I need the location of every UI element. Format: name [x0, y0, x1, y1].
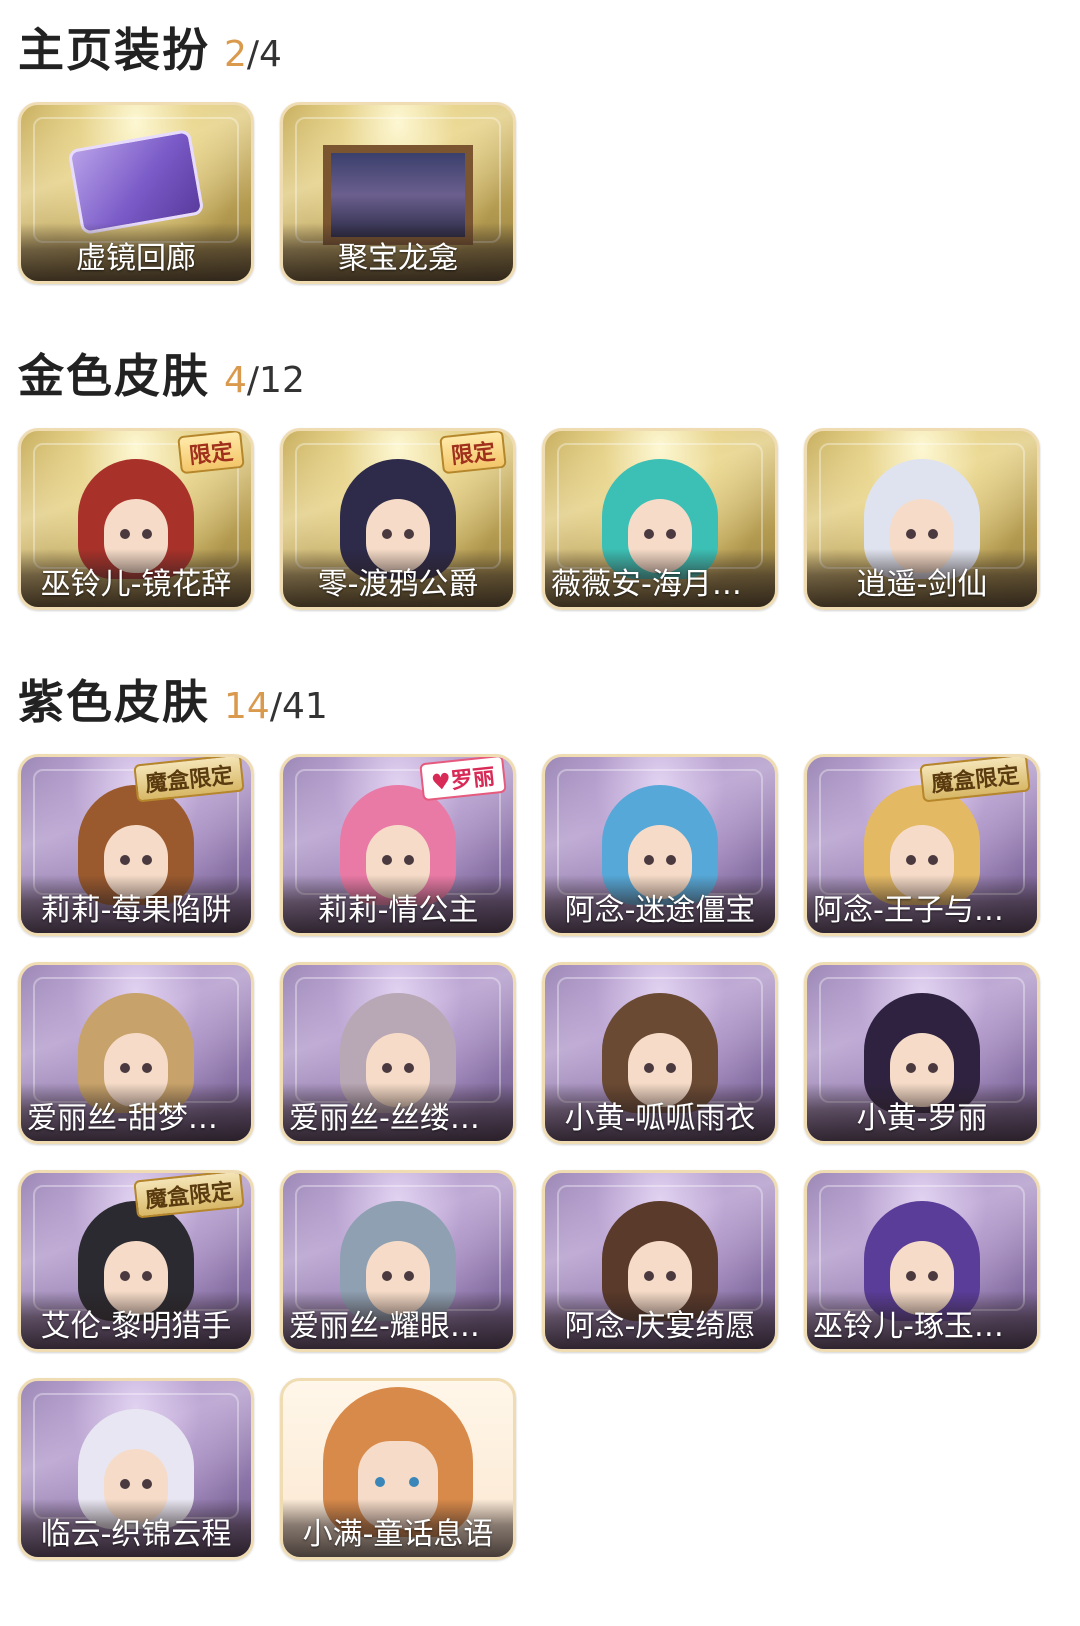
ticket-icon: [67, 128, 205, 236]
skin-card[interactable]: 小满-童话息语: [280, 1378, 516, 1560]
skin-name: 爱丽丝-甜梦派...: [21, 1083, 251, 1141]
box-limited-badge: 魔盒限定: [133, 757, 245, 803]
section-gold-skins: 金色皮肤 4/12 限定 巫铃儿-镜花辞 限定 零-渡鸦公爵 薇薇安-海月息..…: [18, 340, 1040, 610]
skin-name: 小黄-罗丽: [807, 1083, 1037, 1141]
section-title: 金色皮肤: [18, 349, 210, 403]
total-count: 41: [281, 686, 328, 727]
limited-badge: 限定: [177, 431, 245, 475]
item-grid: 魔盒限定 莉莉-莓果陷阱 ♥罗丽 莉莉-情公主 阿念-迷途僵宝 魔盒限定 阿念-…: [18, 754, 1040, 1560]
skin-name: 爱丽丝-丝缕哀...: [283, 1083, 513, 1141]
skin-name: 爱丽丝-耀眼的...: [283, 1291, 513, 1349]
skin-card[interactable]: ♥罗丽 莉莉-情公主: [280, 754, 516, 936]
skin-name: 莉莉-情公主: [283, 875, 513, 933]
box-limited-badge: 魔盒限定: [133, 1173, 245, 1219]
skin-name: 薇薇安-海月息...: [545, 549, 775, 607]
collab-badge: ♥罗丽: [419, 757, 507, 802]
skin-card[interactable]: 限定 巫铃儿-镜花辞: [18, 428, 254, 610]
section-header: 紫色皮肤 14/41: [18, 666, 1040, 736]
section-home-decor: 主页装扮 2/4 虚镜回廊 聚宝龙龛: [18, 14, 1040, 284]
skin-name: 巫铃儿-镜花辞: [21, 549, 251, 607]
collection-count: 14/41: [224, 686, 328, 727]
skin-card[interactable]: 限定 零-渡鸦公爵: [280, 428, 516, 610]
skin-name: 阿念-王子与骑...: [807, 875, 1037, 933]
skin-card[interactable]: 巫铃儿-琢玉怀...: [804, 1170, 1040, 1352]
owned-count: 2: [224, 34, 247, 75]
collection-count: 2/4: [224, 34, 282, 75]
skin-card[interactable]: 魔盒限定 阿念-王子与骑...: [804, 754, 1040, 936]
total-count: 4: [259, 34, 282, 75]
skin-card[interactable]: 阿念-迷途僵宝: [542, 754, 778, 936]
skin-name: 零-渡鸦公爵: [283, 549, 513, 607]
skin-name: 巫铃儿-琢玉怀...: [807, 1291, 1037, 1349]
total-count: 12: [259, 360, 305, 401]
skin-card[interactable]: 临云-织锦云程: [18, 1378, 254, 1560]
section-header: 金色皮肤 4/12: [18, 340, 1040, 410]
skin-card[interactable]: 魔盒限定 艾伦-黎明猎手: [18, 1170, 254, 1352]
skin-name: 阿念-迷途僵宝: [545, 875, 775, 933]
skin-card[interactable]: 小黄-罗丽: [804, 962, 1040, 1144]
item-grid: 虚镜回廊 聚宝龙龛: [18, 102, 1040, 284]
section-header: 主页装扮 2/4: [18, 14, 1040, 84]
item-card[interactable]: 聚宝龙龛: [280, 102, 516, 284]
item-name: 聚宝龙龛: [283, 223, 513, 281]
skin-card[interactable]: 小黄-呱呱雨衣: [542, 962, 778, 1144]
item-grid: 限定 巫铃儿-镜花辞 限定 零-渡鸦公爵 薇薇安-海月息... 逍遥-剑仙: [18, 428, 1040, 610]
skin-name: 阿念-庆宴绮愿: [545, 1291, 775, 1349]
skin-name: 逍遥-剑仙: [807, 549, 1037, 607]
box-limited-badge: 魔盒限定: [919, 757, 1031, 803]
skin-card[interactable]: 薇薇安-海月息...: [542, 428, 778, 610]
skin-card[interactable]: 爱丽丝-甜梦派...: [18, 962, 254, 1144]
item-name: 虚镜回廊: [21, 223, 251, 281]
section-title: 主页装扮: [18, 23, 210, 77]
owned-count: 4: [224, 360, 247, 401]
skin-card[interactable]: 爱丽丝-耀眼的...: [280, 1170, 516, 1352]
skin-name: 艾伦-黎明猎手: [21, 1291, 251, 1349]
skin-name: 小满-童话息语: [283, 1499, 513, 1557]
skin-card[interactable]: 逍遥-剑仙: [804, 428, 1040, 610]
skin-card[interactable]: 魔盒限定 莉莉-莓果陷阱: [18, 754, 254, 936]
skin-card[interactable]: 阿念-庆宴绮愿: [542, 1170, 778, 1352]
skin-card[interactable]: 爱丽丝-丝缕哀...: [280, 962, 516, 1144]
item-card[interactable]: 虚镜回廊: [18, 102, 254, 284]
skin-name: 小黄-呱呱雨衣: [545, 1083, 775, 1141]
skin-collection-page: 主页装扮 2/4 虚镜回廊 聚宝龙龛 金色皮肤 4/12 限定 巫铃儿-镜花辞 …: [0, 0, 1080, 1626]
owned-count: 14: [224, 686, 270, 727]
collection-count: 4/12: [224, 360, 305, 401]
section-purple-skins: 紫色皮肤 14/41 魔盒限定 莉莉-莓果陷阱 ♥罗丽 莉莉-情公主 阿念-迷途…: [18, 666, 1040, 1560]
limited-badge: 限定: [439, 431, 507, 475]
skin-name: 临云-织锦云程: [21, 1499, 251, 1557]
section-title: 紫色皮肤: [18, 675, 210, 729]
skin-name: 莉莉-莓果陷阱: [21, 875, 251, 933]
